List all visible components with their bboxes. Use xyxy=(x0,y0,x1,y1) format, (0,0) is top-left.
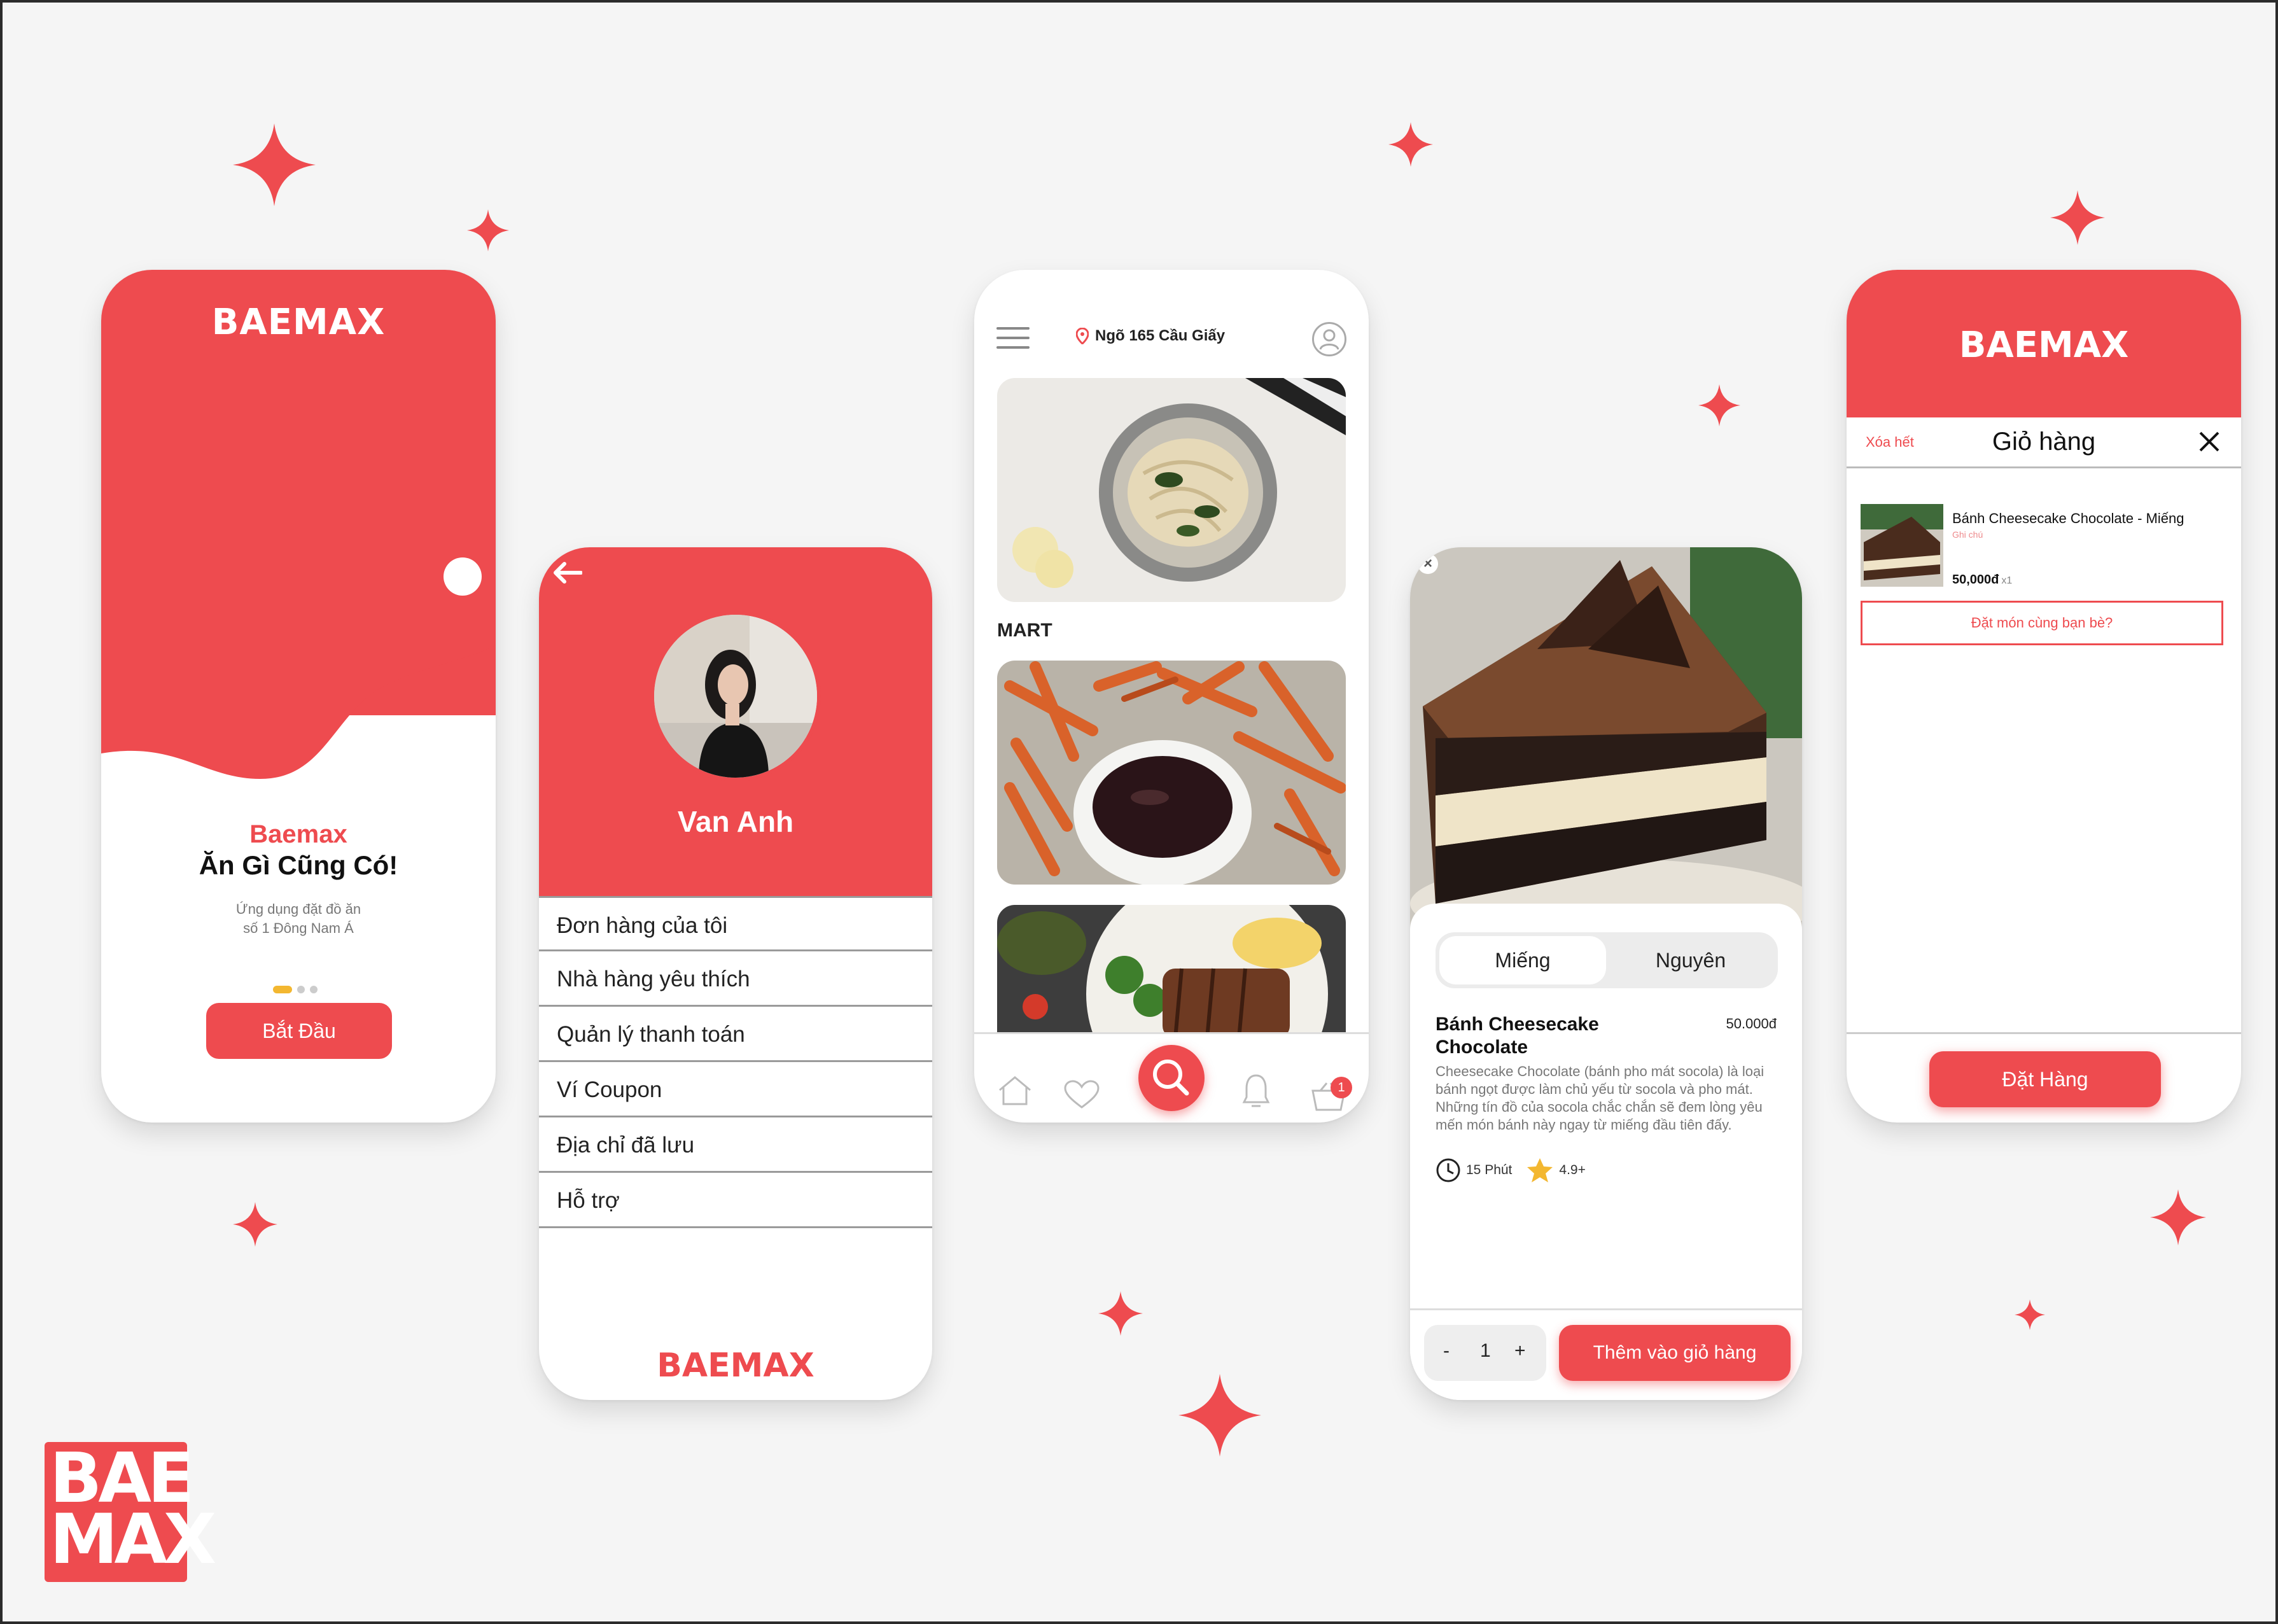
food-card-fries[interactable] xyxy=(997,661,1346,885)
welcome-subtitle: Ứng dụng đặt đồ ăn số 1 Đông Nam Á xyxy=(235,901,361,936)
app-logo: BAEMAX xyxy=(1959,325,2129,366)
sparkle-icon xyxy=(1698,384,1740,426)
item-thumbnail xyxy=(1861,504,1943,587)
menu-icon[interactable] xyxy=(996,327,1030,356)
cart-badge: 1 xyxy=(1331,1077,1352,1098)
cart-screen: BAEMAX Xóa hết Giỏ hàng Bánh Cheesecake … xyxy=(1847,270,2241,1123)
cart-toolbar: Xóa hết Giỏ hàng xyxy=(1847,417,2241,468)
tab-whole[interactable]: Nguyên xyxy=(1607,936,1774,984)
food-card-steak[interactable] xyxy=(997,905,1346,1039)
cart-title: Giỏ hàng xyxy=(1992,428,2096,456)
close-icon[interactable]: × xyxy=(1418,554,1438,574)
home-header: Ngõ 165 Cầu Giấy xyxy=(974,308,1369,365)
app-logo: BAEMAX xyxy=(211,302,386,343)
avatar[interactable] xyxy=(650,611,821,781)
menu-item-coupon[interactable]: Ví Coupon xyxy=(539,1062,932,1117)
product-description: Cheesecake Chocolate (bánh pho mát socol… xyxy=(1436,1063,1764,1133)
item-price: 50,000đ x1 xyxy=(1952,573,2013,587)
menu-item-addresses[interactable]: Địa chỉ đã lưu xyxy=(539,1117,932,1173)
add-to-cart-button[interactable]: Thêm vào giỏ hàng xyxy=(1559,1325,1791,1381)
prep-time: 15 Phút xyxy=(1466,1163,1513,1177)
location-selector[interactable]: Ngõ 165 Cầu Giấy xyxy=(1076,327,1225,345)
product-meta: 15 Phút 4.9+ xyxy=(1436,1157,1586,1184)
welcome-title: Ăn Gì Cũng Có! xyxy=(199,850,398,880)
location-pin-icon xyxy=(1076,328,1089,344)
sparkle-icon xyxy=(467,209,509,251)
profile-screen: Van Anh Đơn hàng của tôi Nhà hàng yêu th… xyxy=(539,547,932,1400)
quantity-stepper[interactable]: - 1 + xyxy=(1424,1325,1546,1381)
rating: 4.9+ xyxy=(1559,1163,1586,1177)
sparkle-icon xyxy=(2015,1299,2045,1330)
product-price: 50.000đ xyxy=(1726,1016,1777,1032)
user-icon[interactable] xyxy=(1312,322,1346,356)
footer-logo: BAEMAX xyxy=(657,1347,814,1385)
welcome-screen: BAEMAX Baemax Ăn Gì Cũng Có! Ứng dụng đặ… xyxy=(101,270,496,1123)
location-text: Ngõ 165 Cầu Giấy xyxy=(1095,327,1226,344)
place-order-button[interactable]: Đặt Hàng xyxy=(1929,1051,2161,1107)
menu-item-orders[interactable]: Đơn hàng của tôi xyxy=(539,896,932,951)
tab-slice[interactable]: Miếng xyxy=(1439,936,1606,984)
showcase-board: BAEMAX Baemax Ăn Gì Cũng Có! Ứng dụng đặ… xyxy=(0,0,2278,1624)
star-icon xyxy=(1527,1158,1553,1182)
home-screen: Ngõ 165 Cầu Giấy MART 1 xyxy=(974,270,1369,1123)
profile-menu: Đơn hàng của tôi Nhà hàng yêu thích Quản… xyxy=(539,896,932,1228)
product-name: Bánh Cheesecake Chocolate xyxy=(1436,1014,1599,1058)
section-label: MART xyxy=(997,620,1052,641)
clock-icon xyxy=(1436,1158,1460,1182)
item-name: Bánh Cheesecake Chocolate - Miếng xyxy=(1952,510,2184,526)
menu-item-support[interactable]: Hỗ trợ xyxy=(539,1173,932,1228)
product-screen: × Miếng Nguyên Bánh Cheesecake Chocolate… xyxy=(1410,547,1802,1400)
sparkle-icon xyxy=(1098,1291,1143,1336)
search-icon xyxy=(1153,1060,1189,1096)
item-note[interactable]: Ghi chú xyxy=(1952,529,1983,540)
food-card-pasta[interactable] xyxy=(997,378,1346,602)
qty-value: 1 xyxy=(1480,1340,1491,1361)
sparkle-icon xyxy=(2050,190,2105,245)
sparkle-icon xyxy=(233,123,316,206)
portion-tabs: Miếng Nguyên xyxy=(1436,932,1778,988)
page-indicator[interactable] xyxy=(273,986,318,993)
decor-dot xyxy=(444,557,482,596)
menu-item-favorites[interactable]: Nhà hàng yêu thích xyxy=(539,951,932,1007)
menu-item-payment[interactable]: Quản lý thanh toán xyxy=(539,1007,932,1062)
welcome-brand: Baemax xyxy=(249,820,347,848)
brand-logo: BAE MAX xyxy=(45,1442,216,1582)
close-icon[interactable] xyxy=(2197,429,2222,458)
sparkle-icon xyxy=(2150,1189,2206,1245)
qty-plus[interactable]: + xyxy=(1514,1340,1526,1362)
qty-minus[interactable]: - xyxy=(1443,1340,1450,1362)
cart-item[interactable]: Bánh Cheesecake Chocolate - Miếng Ghi ch… xyxy=(1861,504,2230,593)
sparkle-icon xyxy=(233,1202,277,1247)
search-button[interactable] xyxy=(1138,1045,1205,1111)
sparkle-icon xyxy=(1388,122,1433,167)
sparkle-icon xyxy=(1178,1374,1261,1457)
product-image xyxy=(1410,547,1802,948)
heart-icon[interactable] xyxy=(1063,1079,1100,1113)
order-with-friends-button[interactable]: Đặt món cùng bạn bè? xyxy=(1861,601,2223,645)
item-qty: x1 xyxy=(2001,575,2013,586)
profile-name: Van Anh xyxy=(677,805,794,838)
arrow-left-icon[interactable] xyxy=(553,559,583,591)
home-icon[interactable] xyxy=(997,1075,1033,1110)
start-button[interactable]: Bắt Đầu xyxy=(206,1003,392,1059)
bell-icon[interactable] xyxy=(1241,1073,1271,1112)
